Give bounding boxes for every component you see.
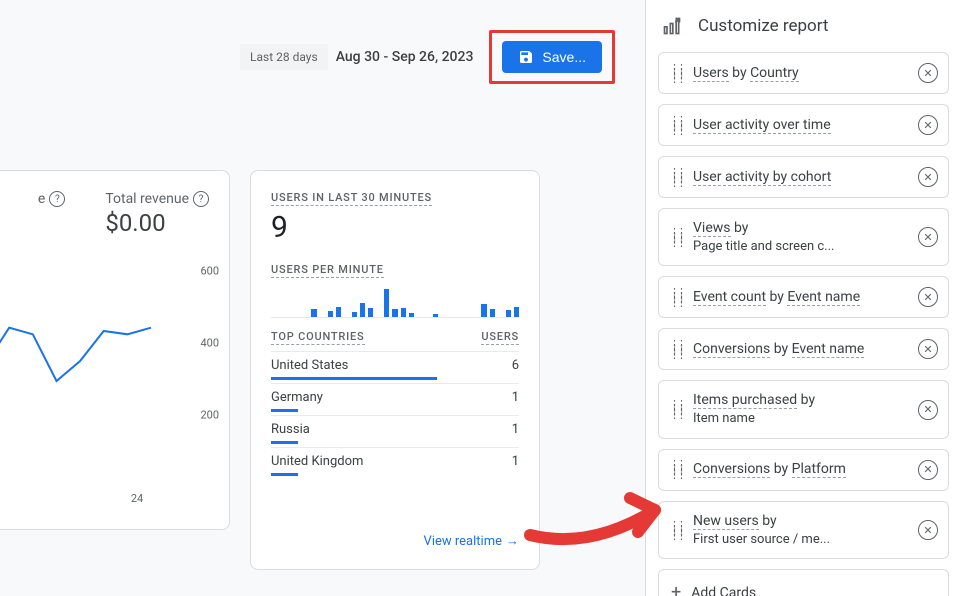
- country-users: 1: [512, 454, 519, 469]
- report-card-item[interactable]: User activity over time ✕: [658, 104, 949, 146]
- add-cards-button[interactable]: + Add Cards: [658, 569, 949, 596]
- users-30min-value: 9: [271, 210, 519, 245]
- bar: [506, 310, 511, 317]
- drag-handle-icon[interactable]: [669, 462, 683, 477]
- card-label: Views byPage title and screen c...: [693, 219, 908, 255]
- save-highlight-box: Save...: [489, 30, 615, 84]
- country-row: United States 6: [271, 351, 519, 383]
- total-revenue-label: Total revenue: [105, 191, 189, 207]
- y-tick: 400: [200, 336, 219, 349]
- country-name: United States: [271, 358, 348, 373]
- remove-card-button[interactable]: ✕: [918, 167, 938, 187]
- customize-report-panel: Customize report Users by Country✕User a…: [645, 0, 961, 596]
- bar: [328, 311, 333, 317]
- customize-icon: [662, 16, 682, 36]
- country-users: 1: [512, 390, 519, 405]
- card-label: Users by Country: [693, 64, 908, 83]
- country-users: 6: [512, 358, 519, 373]
- view-realtime-link[interactable]: View realtime →: [271, 533, 519, 549]
- country-name: Russia: [271, 422, 310, 437]
- users-col-label: USERS: [481, 330, 519, 345]
- drag-handle-icon[interactable]: [669, 118, 683, 133]
- card-label: Conversions by Platform: [693, 460, 908, 479]
- bar: [352, 312, 357, 317]
- bar: [384, 289, 389, 317]
- country-users: 1: [512, 422, 519, 437]
- remove-card-button[interactable]: ✕: [918, 520, 938, 540]
- save-icon: [518, 49, 534, 65]
- country-name: Germany: [271, 390, 323, 405]
- report-card-item[interactable]: New users byFirst user source / me... ✕: [658, 501, 949, 559]
- country-row: Germany 1: [271, 383, 519, 415]
- card-label: User activity by cohort: [693, 168, 908, 187]
- remove-card-button[interactable]: ✕: [918, 460, 938, 480]
- users-per-minute-bars: [271, 282, 519, 318]
- remove-card-button[interactable]: ✕: [918, 227, 938, 247]
- users-30min-label: USERS IN LAST 30 MINUTES: [271, 191, 432, 206]
- bar: [368, 308, 373, 317]
- top-countries-label: TOP COUNTRIES: [271, 330, 365, 345]
- save-label: Save...: [542, 49, 586, 65]
- view-realtime-label: View realtime: [424, 534, 502, 549]
- card-label: User activity over time: [693, 116, 908, 135]
- report-card-item[interactable]: Conversions by Platform ✕: [658, 449, 949, 491]
- revenue-card: e ? Total revenue ? $0.00 600 400: [0, 170, 230, 530]
- report-card-item[interactable]: Event count by Event name ✕: [658, 276, 949, 318]
- metric1-label: e: [38, 191, 45, 207]
- bar: [433, 314, 438, 317]
- drag-handle-icon[interactable]: [669, 290, 683, 305]
- realtime-card: USERS IN LAST 30 MINUTES 9 USERS PER MIN…: [250, 170, 540, 570]
- help-icon[interactable]: ?: [49, 191, 65, 207]
- bar: [490, 309, 495, 317]
- remove-card-button[interactable]: ✕: [918, 287, 938, 307]
- add-cards-label: Add Cards: [691, 585, 756, 596]
- users-per-minute-label: USERS PER MINUTE: [271, 263, 384, 278]
- report-card-item[interactable]: Views byPage title and screen c... ✕: [658, 208, 949, 266]
- country-row: United Kingdom 1: [271, 447, 519, 479]
- remove-card-button[interactable]: ✕: [918, 400, 938, 420]
- bar: [336, 307, 341, 317]
- card-label: Event count by Event name: [693, 288, 908, 307]
- total-revenue-value: $0.00: [105, 209, 209, 237]
- y-tick: 600: [200, 265, 219, 278]
- date-last28-chip[interactable]: Last 28 days: [240, 44, 328, 70]
- remove-card-button[interactable]: ✕: [918, 63, 938, 83]
- help-icon[interactable]: ?: [193, 191, 209, 207]
- remove-card-button[interactable]: ✕: [918, 339, 938, 359]
- bar: [481, 304, 486, 317]
- report-card-item[interactable]: Users by Country ✕: [658, 52, 949, 94]
- drag-handle-icon[interactable]: [669, 66, 683, 81]
- bar: [392, 309, 397, 317]
- report-card-item[interactable]: Items purchased byItem name ✕: [658, 380, 949, 438]
- panel-title: Customize report: [698, 16, 828, 36]
- card-label: Items purchased byItem name: [693, 391, 908, 427]
- remove-card-button[interactable]: ✕: [918, 115, 938, 135]
- bar: [360, 303, 365, 317]
- bar: [311, 309, 316, 317]
- plus-icon: +: [671, 582, 681, 596]
- drag-handle-icon[interactable]: [669, 402, 683, 417]
- drag-handle-icon[interactable]: [669, 523, 683, 538]
- y-tick: 200: [200, 408, 219, 421]
- date-range[interactable]: Aug 30 - Sep 26, 2023: [336, 49, 474, 65]
- card-label: New users byFirst user source / me...: [693, 512, 908, 548]
- drag-handle-icon[interactable]: [669, 230, 683, 245]
- report-card-item[interactable]: Conversions by Event name ✕: [658, 328, 949, 370]
- save-button[interactable]: Save...: [502, 41, 602, 73]
- bar: [409, 313, 414, 317]
- card-label: Conversions by Event name: [693, 340, 908, 359]
- report-card-item[interactable]: User activity by cohort ✕: [658, 156, 949, 198]
- country-name: United Kingdom: [271, 454, 363, 469]
- arrow-right-icon: →: [506, 533, 519, 549]
- x-tick: 24: [131, 492, 143, 505]
- drag-handle-icon[interactable]: [669, 342, 683, 357]
- line-chart: 600 400 200 7 24: [0, 271, 219, 489]
- drag-handle-icon[interactable]: [669, 170, 683, 185]
- bar: [401, 308, 406, 317]
- country-row: Russia 1: [271, 415, 519, 447]
- bar: [514, 307, 519, 317]
